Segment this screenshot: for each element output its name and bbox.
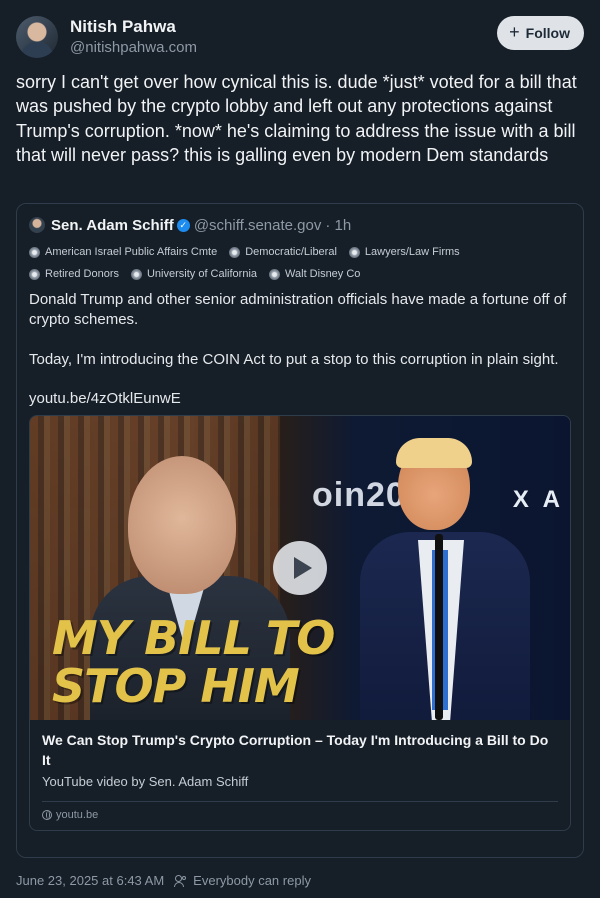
link-card[interactable]: oin20 X A MY BILL TO STOP HIM We Can Sto… (29, 415, 571, 831)
label-text: American Israel Public Affairs Cmte (45, 246, 218, 258)
play-icon[interactable] (273, 541, 327, 595)
video-thumbnail[interactable]: oin20 X A MY BILL TO STOP HIM (30, 416, 570, 720)
follow-button[interactable]: + Follow (497, 16, 584, 50)
overlay-line-1: MY BILL TO (52, 611, 335, 665)
people-icon (174, 874, 188, 887)
avatar[interactable] (16, 16, 58, 58)
profile-labels: American Israel Public Affairs Cmte Demo… (29, 244, 549, 282)
label-item[interactable]: American Israel Public Affairs Cmte (29, 244, 217, 260)
link-card-info: We Can Stop Trump's Crypto Corruption – … (30, 720, 570, 821)
author-row: Nitish Pahwa @nitishpahwa.com + Follow (16, 14, 584, 60)
link-card-description: YouTube video by Sen. Adam Schiff (42, 774, 249, 789)
label-text: Retired Donors (45, 268, 119, 280)
author-handle[interactable]: @nitishpahwa.com (70, 39, 197, 56)
quoted-author-name[interactable]: Sen. Adam Schiff (51, 217, 174, 234)
post-footer: June 23, 2025 at 6:43 AM Everybody can r… (16, 873, 311, 888)
post-text: sorry I can't get over how cynical this … (16, 72, 582, 165)
label-item[interactable]: Lawyers/Law Firms (348, 244, 460, 260)
label-text: Walt Disney Co (285, 268, 361, 280)
post-timestamp[interactable]: June 23, 2025 at 6:43 AM (16, 873, 164, 888)
quoted-text: Donald Trump and other senior administra… (29, 291, 567, 368)
label-item[interactable]: Democratic/Liberal (229, 244, 337, 260)
seal-icon (229, 246, 241, 258)
quoted-time: · 1h (325, 216, 352, 234)
thumbnail-overlay-text: MY BILL TO STOP HIM (52, 611, 335, 713)
overlay-line-2: STOP HIM (52, 659, 300, 713)
quoted-author-handle[interactable]: @schiff.senate.gov (194, 217, 322, 234)
quoted-avatar[interactable] (29, 217, 45, 233)
globe-icon (42, 810, 52, 820)
seal-icon (29, 246, 40, 258)
label-text: Lawyers/Law Firms (364, 246, 460, 258)
divider (42, 801, 558, 802)
seal-icon (130, 268, 142, 280)
quoted-post[interactable]: Sen. Adam Schiff ✓ @schiff.senate.gov · … (16, 203, 584, 858)
label-item[interactable]: Retired Donors (29, 266, 119, 282)
verified-check-icon: ✓ (176, 218, 190, 232)
label-text: University of California (146, 268, 258, 280)
link-card-title[interactable]: We Can Stop Trump's Crypto Corruption – … (42, 730, 552, 770)
seal-icon (29, 268, 40, 280)
reply-setting: Everybody can reply (193, 873, 311, 888)
follow-label: Follow (525, 25, 570, 41)
label-text: Democratic/Liberal (245, 246, 337, 258)
speaker-right (360, 438, 560, 720)
plus-icon: + (509, 22, 520, 42)
quoted-link[interactable]: youtu.be/4zOtklEunwE (29, 390, 571, 407)
author-name[interactable]: Nitish Pahwa (70, 17, 176, 37)
quoted-author-row: Sen. Adam Schiff ✓ @schiff.senate.gov · … (29, 214, 571, 236)
seal-icon (348, 246, 360, 258)
label-item[interactable]: University of California (130, 266, 258, 282)
microphone (435, 534, 443, 720)
link-card-domain: youtu.be (42, 809, 558, 821)
domain-text: youtu.be (56, 809, 99, 821)
seal-icon (269, 268, 281, 280)
label-item[interactable]: Walt Disney Co (269, 266, 360, 282)
